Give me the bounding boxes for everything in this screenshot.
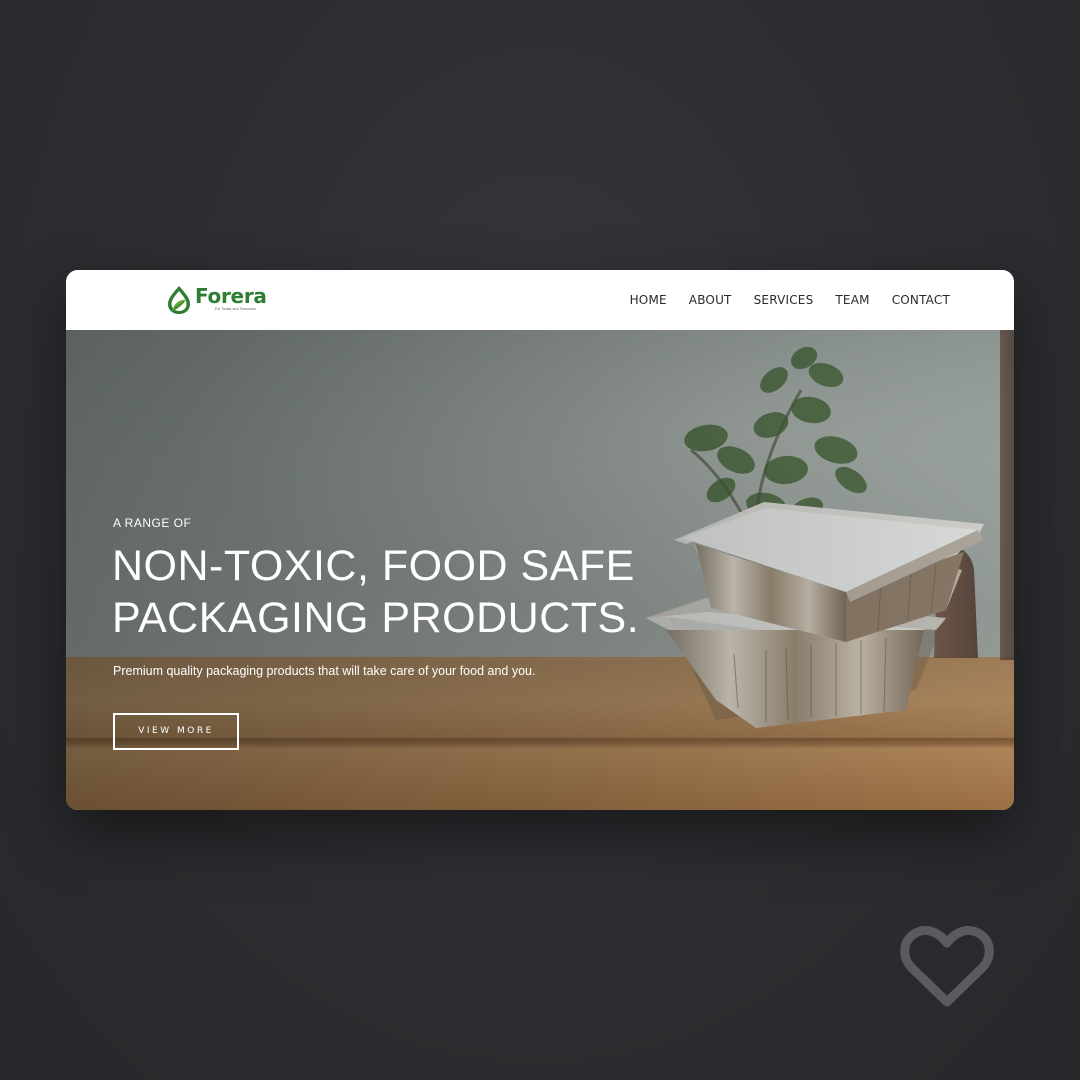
- nav-item-services[interactable]: SERVICES: [754, 293, 814, 307]
- heart-icon[interactable]: [898, 924, 996, 1010]
- leaf-drop-logo-icon: [168, 286, 190, 314]
- nav-item-team[interactable]: TEAM: [835, 293, 869, 307]
- hero-headline: NON-TOXIC, FOOD SAFE PACKAGING PRODUCTS.: [112, 540, 712, 644]
- hero-subtitle: Premium quality packaging products that …: [113, 664, 536, 678]
- hero-headline-line-1: NON-TOXIC, FOOD SAFE: [112, 542, 635, 590]
- nav-item-home[interactable]: HOME: [630, 293, 667, 307]
- view-more-button[interactable]: VIEW MORE: [113, 713, 239, 750]
- navbar: Forera For Today and Tomorrow HOME ABOUT…: [66, 270, 1014, 330]
- brand-logo[interactable]: Forera For Today and Tomorrow: [166, 283, 276, 317]
- brand-name: Forera: [195, 284, 267, 308]
- nav-item-about[interactable]: ABOUT: [689, 293, 732, 307]
- nav-item-contact[interactable]: CONTACT: [892, 293, 950, 307]
- hero-kicker: A RANGE OF: [113, 516, 192, 530]
- main-navigation: HOME ABOUT SERVICES TEAM CONTACT: [630, 270, 950, 330]
- hero-section: A RANGE OF NON-TOXIC, FOOD SAFE PACKAGIN…: [66, 330, 1014, 810]
- brand-tagline: For Today and Tomorrow: [215, 307, 256, 311]
- hero-headline-line-2: PACKAGING PRODUCTS.: [112, 594, 640, 642]
- website-preview-card: Forera For Today and Tomorrow HOME ABOUT…: [66, 270, 1014, 810]
